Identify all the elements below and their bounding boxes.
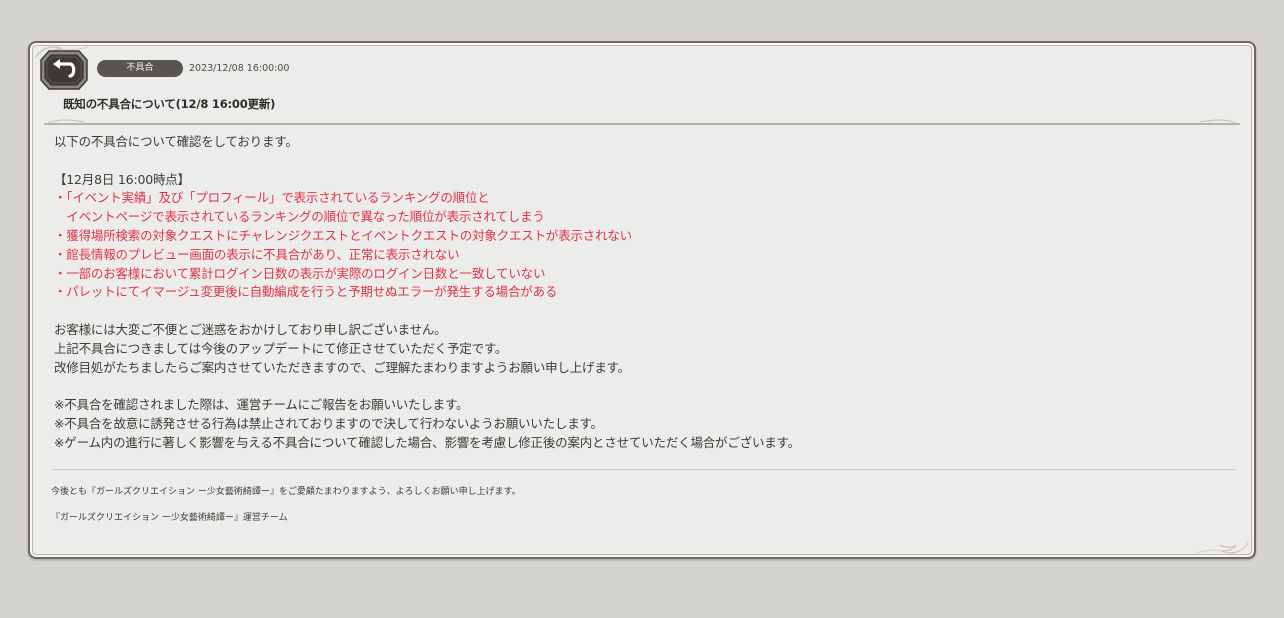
- note-text: ※不具合を故意に誘発させる行為は禁止されておりますので決して行わないようお願いい…: [54, 415, 603, 431]
- signature-text: 『ガールズクリエイション ー少女藝術綺譚ー』運営チーム: [51, 513, 288, 523]
- page-title: 既知の不具合について(12/8 16:00更新): [63, 97, 276, 111]
- section-heading: 【12月8日 16:00時点】: [54, 171, 190, 187]
- note-text: ※ゲーム内の進行に著しく影響を与える不具合について確認した場合、影響を考慮し修正…: [54, 434, 800, 450]
- issue-item: イベントページで表示されているランキングの順位で異なった順位が表示されてしまう: [54, 209, 545, 225]
- category-badge: 不具合: [97, 60, 183, 77]
- note-text: ※不具合を確認されました際は、運営チームにご報告をお願いいたします。: [54, 397, 469, 413]
- apology-text: 上記不具合につきましては今後のアップデートにて修正させていただく予定です。: [54, 340, 508, 356]
- issue-item: ・「イベント実績」及び「プロフィール」で表示されているランキングの順位と: [54, 190, 490, 206]
- apology-text: お客様には大変ご不便とご迷惑をおかけしており申し訳ございません。: [54, 321, 447, 337]
- notice-body: 以下の不具合について確認をしております。 【12月8日 16:00時点】 ・「イ…: [54, 133, 1234, 453]
- corner-ornament-icon: [1195, 542, 1249, 554]
- issue-item: ・一部のお客様において累計ログイン日数の表示が実際のログイン日数と一致していない: [54, 265, 546, 281]
- issue-item: ・館長情報のプレビュー画面の表示に不具合があり、正常に表示されない: [54, 246, 460, 262]
- notice-panel: 不具合 2023/12/08 16:00:00 既知の不具合について(12/8 …: [28, 41, 1256, 559]
- back-button[interactable]: [39, 49, 89, 91]
- apology-text: 改修目処がたちましたらご案内させていただきますので、ご理解たまわりますようお願い…: [54, 359, 630, 375]
- intro-text: 以下の不具合について確認をしております。: [54, 134, 298, 149]
- issue-item: ・パレットにてイマージュ変更後に自動編成を行うと予期せぬエラーが発生する場合があ…: [54, 284, 558, 300]
- back-arrow-icon: [40, 50, 88, 90]
- title-divider: [44, 119, 1240, 125]
- footer-divider: [52, 469, 1236, 470]
- issue-item: ・獲得場所検索の対象クエストにチャレンジクエストとイベントクエストの対象クエスト…: [54, 227, 632, 243]
- post-date: 2023/12/08 16:00:00: [189, 63, 290, 74]
- closing-text: 今後とも『ガールズクリエイション ー少女藝術綺譚ー』をご愛顧たまわりますよう、よ…: [51, 487, 521, 497]
